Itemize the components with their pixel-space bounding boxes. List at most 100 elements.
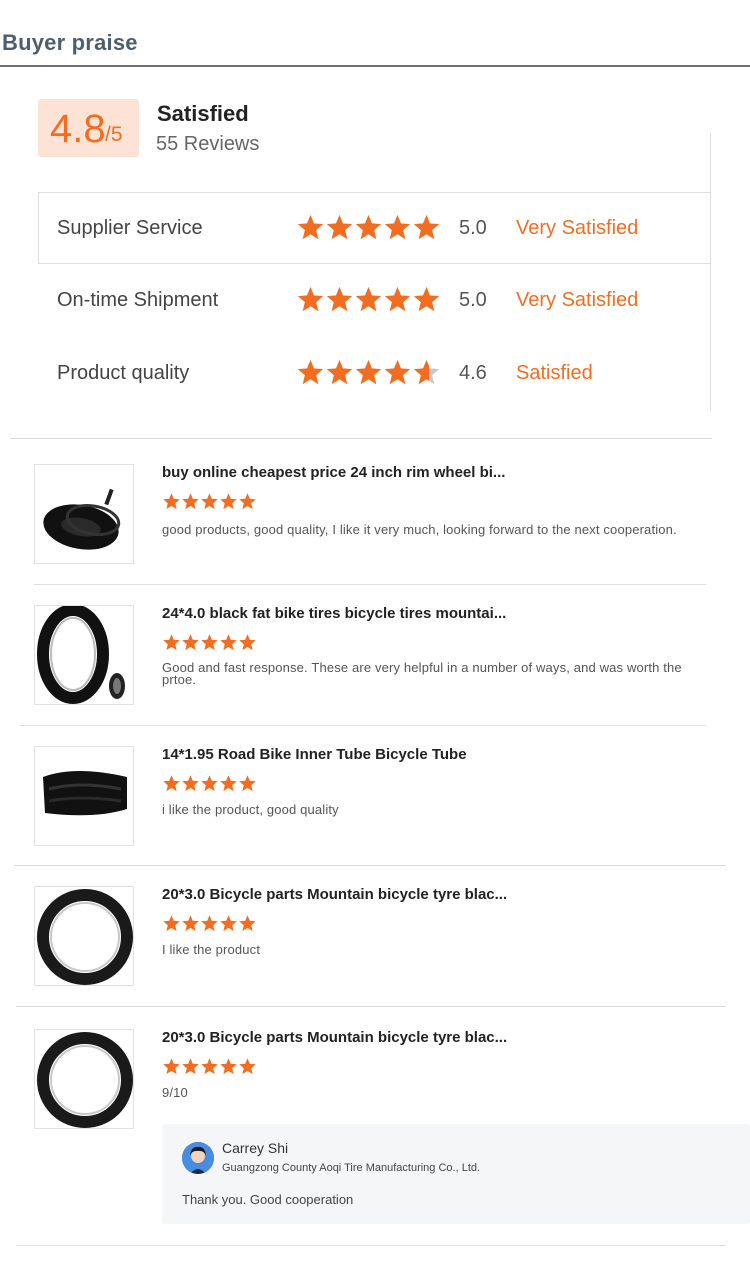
divider xyxy=(16,1245,726,1246)
overall-score: 4.8 xyxy=(50,107,106,151)
review-text: i like the product, good quality xyxy=(162,802,339,817)
overall-satisfaction-label: Satisfied xyxy=(157,101,249,126)
star-full-icon xyxy=(181,914,200,933)
rating-label: Supplier Service xyxy=(57,217,203,239)
person-avatar-icon xyxy=(182,1142,214,1174)
star-full-icon xyxy=(181,633,200,652)
review-text: Good and fast response. These are very h… xyxy=(162,660,682,687)
review-text: good products, good quality, I like it v… xyxy=(162,522,677,537)
star-full-icon xyxy=(219,774,238,793)
rating-stars xyxy=(296,285,441,315)
rating-label: Product quality xyxy=(57,362,190,384)
star-full-icon xyxy=(325,358,354,388)
star-full-icon xyxy=(162,492,181,511)
product-thumbnail[interactable] xyxy=(34,605,134,705)
rating-word: Satisfied xyxy=(516,362,593,384)
divider xyxy=(20,725,706,726)
star-full-icon xyxy=(354,213,383,243)
star-full-icon xyxy=(162,1057,181,1076)
section-header: Buyer praise xyxy=(0,0,750,67)
star-full-icon xyxy=(325,213,354,243)
review-count: 55 Reviews xyxy=(156,133,260,155)
review-text: 9/10 xyxy=(162,1085,188,1100)
star-full-icon xyxy=(181,492,200,511)
avatar xyxy=(182,1142,214,1174)
overall-score-badge: 4.8 /5 xyxy=(38,99,139,157)
review-stars xyxy=(162,633,257,652)
star-full-icon xyxy=(219,633,238,652)
rating-score: 5.0 xyxy=(459,289,487,311)
star-full-icon xyxy=(238,914,257,933)
divider xyxy=(16,1006,726,1007)
star-full-icon xyxy=(162,914,181,933)
inner-tube-with-valve-icon xyxy=(43,488,121,550)
divider xyxy=(34,584,706,585)
divider xyxy=(14,865,726,866)
rating-row-supplier-service: Supplier Service 5.0 Very Satisfied xyxy=(0,209,750,249)
divider xyxy=(10,438,712,439)
star-full-icon xyxy=(296,285,325,315)
rating-stars xyxy=(296,358,441,388)
star-full-icon xyxy=(238,633,257,652)
section-title: Buyer praise xyxy=(2,30,138,55)
star-full-icon xyxy=(162,633,181,652)
rating-row-product-quality: Product quality 4.6 Satisfied xyxy=(0,354,750,394)
product-thumbnail[interactable] xyxy=(34,886,134,986)
product-thumbnail[interactable] xyxy=(34,464,134,564)
star-full-icon xyxy=(238,774,257,793)
star-partial-icon xyxy=(412,358,441,388)
review-stars xyxy=(162,914,257,933)
star-full-icon xyxy=(219,914,238,933)
rating-word: Very Satisfied xyxy=(516,217,639,239)
review-product-title[interactable]: 14*1.95 Road Bike Inner Tube Bicycle Tub… xyxy=(162,746,467,763)
star-full-icon xyxy=(200,1057,219,1076)
star-full-icon xyxy=(219,492,238,511)
star-full-icon xyxy=(354,358,383,388)
star-full-icon xyxy=(200,633,219,652)
star-full-icon xyxy=(383,358,412,388)
rating-score: 4.6 xyxy=(459,362,487,384)
star-full-icon xyxy=(219,1057,238,1076)
tyre-icon xyxy=(37,889,133,985)
reply-author-name: Carrey Shi xyxy=(222,1140,289,1156)
product-thumbnail[interactable] xyxy=(34,746,134,846)
star-full-icon xyxy=(181,774,200,793)
overall-score-denominator: /5 xyxy=(105,123,123,146)
review-product-title[interactable]: 20*3.0 Bicycle parts Mountain bicycle ty… xyxy=(162,886,507,903)
rating-score: 5.0 xyxy=(459,217,487,239)
divider xyxy=(710,133,711,193)
fat-tire-icon xyxy=(37,606,125,704)
star-full-icon xyxy=(383,213,412,243)
star-full-icon xyxy=(200,914,219,933)
star-full-icon xyxy=(296,358,325,388)
rating-word: Very Satisfied xyxy=(516,289,639,311)
star-full-icon xyxy=(412,285,441,315)
inner-tube-icon xyxy=(43,771,127,816)
review-stars xyxy=(162,492,257,511)
star-full-icon xyxy=(162,774,181,793)
product-thumbnail[interactable] xyxy=(34,1029,134,1129)
star-full-icon xyxy=(354,285,383,315)
review-product-title[interactable]: 24*4.0 black fat bike tires bicycle tire… xyxy=(162,605,506,622)
star-full-icon xyxy=(200,774,219,793)
star-full-icon xyxy=(383,285,412,315)
rating-row-on-time-shipment: On-time Shipment 5.0 Very Satisfied xyxy=(0,281,750,321)
rating-label: On-time Shipment xyxy=(57,289,219,311)
star-full-icon xyxy=(412,213,441,243)
star-full-icon xyxy=(200,492,219,511)
reply-company-name: Guangzong County Aoqi Tire Manufacturing… xyxy=(222,1162,481,1174)
rating-stars xyxy=(296,213,441,243)
star-full-icon xyxy=(325,285,354,315)
star-full-icon xyxy=(181,1057,200,1076)
reply-text: Thank you. Good cooperation xyxy=(182,1192,354,1207)
review-stars xyxy=(162,774,257,793)
star-full-icon xyxy=(296,213,325,243)
tyre-icon xyxy=(37,1032,133,1128)
star-full-icon xyxy=(238,1057,257,1076)
review-product-title[interactable]: buy online cheapest price 24 inch rim wh… xyxy=(162,464,505,481)
review-text: I like the product xyxy=(162,942,261,957)
supplier-reply: Carrey Shi Guangzong County Aoqi Tire Ma… xyxy=(162,1124,750,1224)
review-product-title[interactable]: 20*3.0 Bicycle parts Mountain bicycle ty… xyxy=(162,1029,507,1046)
star-full-icon xyxy=(238,492,257,511)
review-stars xyxy=(162,1057,257,1076)
